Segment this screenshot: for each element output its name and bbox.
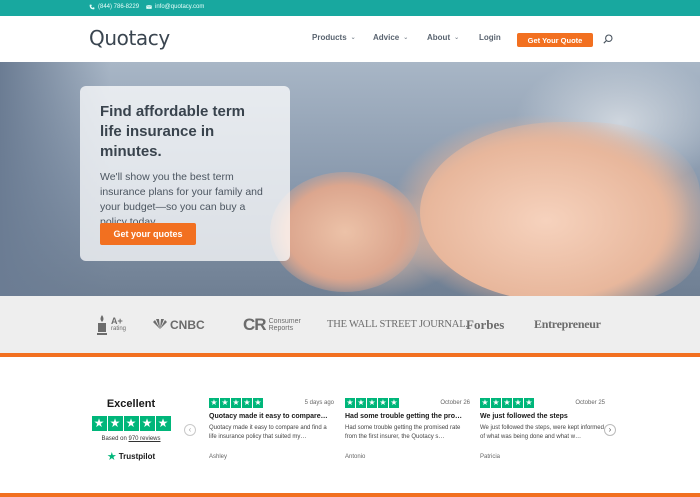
rating-stars: ★ ★ ★ ★ ★: [89, 416, 173, 431]
star-icon: ★: [253, 398, 263, 408]
bbb-rating-label: rating: [111, 325, 127, 332]
hero-subtext: We'll show you the best term insurance p…: [100, 171, 263, 228]
wsj-logo: THE WALL STREET JOURNAL.: [327, 319, 468, 330]
consumer-reports-logo: CR Consumer Reports: [243, 296, 301, 353]
star-icon: ★: [389, 398, 399, 408]
nav-item-advice[interactable]: Advice ⌄: [373, 33, 408, 42]
nav-label: Products: [312, 33, 347, 42]
star-icon: ★: [107, 416, 123, 431]
review-author: Ashley: [209, 454, 228, 460]
star-icon: ★: [155, 416, 171, 431]
forbes-logo: Forbes: [466, 316, 505, 332]
star-icon: ★: [378, 398, 388, 408]
star-icon: ★: [209, 398, 219, 408]
press-logos-strip: A+ rating CNBC CR Consumer Reports THE W…: [0, 296, 700, 353]
cr-line1: Consumer: [268, 317, 301, 325]
bbb-grade: A+: [111, 315, 123, 326]
phone-icon: [89, 4, 95, 10]
review-count-line: Based on 970 reviews: [89, 436, 173, 442]
star-icon: ★: [480, 398, 490, 408]
review-date: October 25: [575, 400, 605, 406]
top-contact-bar: (844) 786-8229 info@quotacy.com: [0, 0, 700, 16]
review-count-link[interactable]: 970 reviews: [129, 436, 161, 442]
orange-divider: [0, 353, 700, 357]
star-icon: ★: [491, 398, 501, 408]
review-title: Had some trouble getting the pro…: [345, 413, 463, 420]
trustpilot-summary[interactable]: Excellent ★ ★ ★ ★ ★ Based on 970 reviews…: [89, 398, 173, 463]
bottom-orange-divider: [0, 493, 700, 497]
nav-item-login[interactable]: Login: [479, 33, 501, 42]
peacock-icon: [153, 319, 167, 329]
trustpilot-star-icon: ★: [106, 451, 117, 463]
review-body: Had some trouble getting the promised ra…: [345, 425, 461, 440]
review-card[interactable]: ★ ★ ★ ★ ★ October 26 Had some trouble ge…: [345, 398, 470, 460]
hero-image-hand: [270, 172, 420, 292]
review-stars: ★ ★ ★ ★ ★: [345, 398, 399, 408]
entrepreneur-logo: Entrepreneur: [534, 317, 601, 331]
quotacy-logo[interactable]: Quotacy: [89, 26, 170, 50]
rating-word: Excellent: [106, 398, 156, 410]
review-card[interactable]: ★ ★ ★ ★ ★ 5 days ago Quotacy made it eas…: [209, 398, 334, 460]
hero-card: Find affordable term life insurance in m…: [80, 86, 290, 261]
review-stars: ★ ★ ★ ★ ★: [480, 398, 534, 408]
search-icon[interactable]: [603, 34, 613, 44]
chevron-down-icon: ⌄: [350, 35, 356, 41]
star-icon: ★: [139, 416, 155, 431]
star-icon: ★: [356, 398, 366, 408]
nav-label: Advice: [373, 33, 400, 42]
phone-contact[interactable]: (844) 786-8229: [89, 4, 139, 10]
star-icon: ★: [367, 398, 377, 408]
review-date: 5 days ago: [304, 400, 334, 406]
review-card[interactable]: ★ ★ ★ ★ ★ October 25 We just followed th…: [480, 398, 605, 460]
star-icon: ★: [231, 398, 241, 408]
review-body: We just followed the steps, were kept in…: [480, 425, 604, 440]
email-contact[interactable]: info@quotacy.com: [146, 4, 204, 10]
review-title: Quotacy made it easy to compare…: [209, 413, 328, 420]
review-title: We just followed the steps: [480, 413, 568, 420]
based-on-text: Based on: [101, 436, 129, 442]
star-icon: ★: [513, 398, 523, 408]
nav-label: About: [427, 33, 451, 42]
chevron-down-icon: ⌄: [403, 35, 409, 41]
carousel-next-button[interactable]: ›: [604, 424, 616, 436]
trustpilot-wordmark: Trustpilot: [118, 452, 156, 461]
bbb-torch-icon: [97, 314, 107, 335]
cnbc-wordmark: CNBC: [170, 317, 205, 332]
bbb-logo: A+ rating: [96, 296, 126, 353]
hero-headline: Find affordable term life insurance in m…: [100, 103, 246, 160]
phone-number: (844) 786-8229: [98, 4, 140, 10]
email-address: info@quotacy.com: [155, 4, 205, 10]
star-icon: ★: [524, 398, 534, 408]
review-stars: ★ ★ ★ ★ ★: [209, 398, 263, 408]
review-date: October 26: [440, 400, 470, 406]
nav-item-products[interactable]: Products ⌄: [312, 33, 356, 42]
review-author: Patricia: [480, 454, 501, 460]
cnbc-logo: CNBC: [152, 296, 205, 353]
carousel-prev-button[interactable]: ‹: [184, 424, 196, 436]
star-icon: ★: [220, 398, 230, 408]
nav-item-about[interactable]: About ⌄: [427, 33, 459, 42]
review-body: Quotacy made it easy to compare and find…: [209, 425, 327, 440]
get-your-quotes-button[interactable]: Get your quotes: [100, 223, 196, 245]
hero-banner: Find affordable term life insurance in m…: [0, 62, 700, 296]
envelope-icon: [146, 5, 152, 9]
chevron-down-icon: ⌄: [454, 35, 460, 41]
get-your-quote-button[interactable]: Get Your Quote: [517, 33, 593, 47]
star-icon: ★: [242, 398, 252, 408]
cr-mark: CR: [243, 314, 267, 334]
site-header: Quotacy Products ⌄ Advice ⌄ About ⌄ Logi…: [0, 16, 700, 62]
star-icon: ★: [502, 398, 512, 408]
review-author: Antonio: [345, 454, 366, 460]
star-icon: ★: [123, 416, 139, 431]
star-icon: ★: [91, 416, 107, 431]
nav-label: Login: [479, 33, 501, 42]
hero-image-baby: [420, 122, 700, 296]
trustpilot-logo[interactable]: ★ Trustpilot: [89, 450, 173, 463]
star-icon: ★: [345, 398, 355, 408]
cr-line2: Reports: [268, 324, 294, 332]
